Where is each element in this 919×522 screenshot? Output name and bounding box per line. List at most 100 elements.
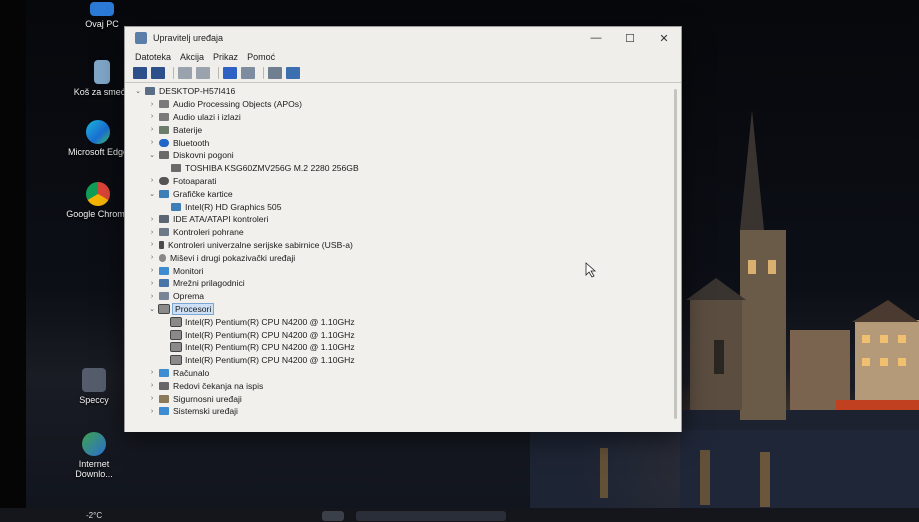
- tree-root[interactable]: ⌄ DESKTOP-H57I416: [125, 85, 681, 98]
- list-view-icon[interactable]: [196, 67, 210, 79]
- expand-arrow-icon[interactable]: ›: [147, 254, 157, 261]
- this-pc-desktop-icon[interactable]: Ovaj PC: [70, 2, 134, 29]
- menu-action[interactable]: Akcija: [180, 52, 204, 62]
- collapse-arrow-icon[interactable]: ⌄: [147, 190, 157, 198]
- back-arrow-icon[interactable]: [133, 67, 147, 79]
- expand-arrow-icon[interactable]: ›: [147, 216, 157, 223]
- tree-label: Sigurnosni uređaji: [173, 393, 242, 404]
- tree-category[interactable]: › Računalo: [125, 367, 681, 380]
- collapse-arrow-icon[interactable]: ⌄: [147, 305, 157, 313]
- tree-label: Fotoaparati: [173, 175, 217, 186]
- window-title: Upravitelj uređaja: [153, 33, 224, 43]
- scan-hardware-icon[interactable]: [268, 67, 282, 79]
- ide-controller-icon: [159, 215, 169, 224]
- expand-arrow-icon[interactable]: ›: [147, 126, 157, 133]
- minimize-button[interactable]: —: [579, 32, 613, 44]
- tree-label: Baterije: [173, 124, 203, 135]
- internet-download-manager-desktop-icon[interactable]: Internet Downlo...: [62, 432, 126, 479]
- taskbar-search-box[interactable]: [356, 511, 506, 521]
- usb-icon: [159, 240, 164, 249]
- bluetooth-icon: [159, 138, 169, 147]
- speccy-desktop-icon[interactable]: Speccy: [62, 368, 126, 405]
- disk-drive-icon: [159, 151, 169, 160]
- expand-arrow-icon[interactable]: ›: [147, 229, 157, 236]
- expand-arrow-icon[interactable]: ›: [147, 101, 157, 108]
- security-device-icon: [159, 394, 169, 403]
- tree-label: Grafičke kartice: [173, 188, 233, 199]
- tree-label: Bluetooth: [173, 137, 210, 148]
- collapse-arrow-icon[interactable]: ⌄: [133, 87, 143, 95]
- title-bar[interactable]: Upravitelj uređaja — ☐ ✕: [125, 27, 681, 49]
- forward-arrow-icon[interactable]: [151, 67, 165, 79]
- chrome-icon: [86, 182, 110, 206]
- tree-category[interactable]: ⌄ Grafičke kartice: [125, 187, 681, 200]
- expand-arrow-icon[interactable]: ›: [147, 369, 157, 376]
- vertical-scrollbar[interactable]: [674, 89, 677, 419]
- menu-file[interactable]: Datoteka: [135, 52, 171, 62]
- monitor-icon[interactable]: [286, 67, 300, 79]
- tree-device[interactable]: TOSHIBA KSG60ZMV256G M.2 2280 256GB: [125, 162, 681, 175]
- processor-icon: [170, 342, 182, 353]
- tree-category[interactable]: › Kontroleri univerzalne serijske sabirn…: [125, 239, 681, 252]
- tree-category[interactable]: › Oprema: [125, 290, 681, 303]
- tree-category[interactable]: › Monitori: [125, 264, 681, 277]
- expand-arrow-icon[interactable]: ›: [147, 382, 157, 389]
- expand-arrow-icon[interactable]: ›: [147, 293, 157, 300]
- tree-category[interactable]: › Kontroleri pohrane: [125, 226, 681, 239]
- tree-category[interactable]: › Redovi čekanja na ispis: [125, 379, 681, 392]
- expand-arrow-icon[interactable]: ›: [147, 408, 157, 415]
- tree-category[interactable]: › Miševi i drugi pokazivački uređaji: [125, 251, 681, 264]
- menu-view[interactable]: Prikaz: [213, 52, 238, 62]
- tree-device[interactable]: Intel(R) Pentium(R) CPU N4200 @ 1.10GHz: [125, 354, 681, 367]
- expand-arrow-icon[interactable]: ›: [147, 177, 157, 184]
- tree-label: Intel(R) Pentium(R) CPU N4200 @ 1.10GHz: [185, 355, 355, 366]
- tree-label: TOSHIBA KSG60ZMV256G M.2 2280 256GB: [185, 163, 359, 174]
- chrome-desktop-icon[interactable]: Google Chrome: [66, 182, 130, 219]
- tree-category[interactable]: › Sigurnosni uređaji: [125, 392, 681, 405]
- taskbar-app-button[interactable]: [322, 511, 344, 521]
- menu-help[interactable]: Pomoć: [247, 52, 275, 62]
- help-icon[interactable]: [223, 67, 237, 79]
- expand-arrow-icon[interactable]: ›: [147, 241, 157, 248]
- tree-label: Monitori: [173, 265, 204, 276]
- firmware-icon: [159, 292, 169, 301]
- expand-arrow-icon[interactable]: ›: [147, 139, 157, 146]
- expand-arrow-icon[interactable]: ›: [147, 280, 157, 287]
- weather-widget[interactable]: -2°C: [86, 511, 102, 520]
- tree-label: Računalo: [173, 367, 210, 378]
- tree-category[interactable]: › Mrežni prilagodnici: [125, 277, 681, 290]
- computer-icon: [90, 2, 114, 16]
- tree-category[interactable]: › Bluetooth: [125, 136, 681, 149]
- tree-category[interactable]: › Audio ulazi i izlazi: [125, 111, 681, 124]
- tree-category[interactable]: › Baterije: [125, 123, 681, 136]
- tree-category[interactable]: ⌄ Diskovni pogoni: [125, 149, 681, 162]
- collapse-arrow-icon[interactable]: ⌄: [147, 151, 157, 159]
- tree-device[interactable]: Intel(R) HD Graphics 505: [125, 200, 681, 213]
- device-manager-window: Upravitelj uređaja — ☐ ✕ Datoteka Akcija…: [124, 26, 682, 432]
- recycle-bin-icon: [94, 60, 110, 84]
- expand-arrow-icon[interactable]: ›: [147, 395, 157, 402]
- tree-label: Mrežni prilagodnici: [173, 278, 245, 289]
- toolbar: [125, 64, 681, 83]
- tree-category-selected[interactable]: ⌄ Procesori: [125, 302, 681, 316]
- close-button[interactable]: ✕: [647, 32, 681, 45]
- printer-icon: [159, 381, 169, 390]
- desktop-icon-label: Speccy: [79, 395, 109, 405]
- tree-category[interactable]: › IDE ATA/ATAPI kontroleri: [125, 213, 681, 226]
- tree-device[interactable]: Intel(R) Pentium(R) CPU N4200 @ 1.10GHz: [125, 315, 681, 328]
- details-icon[interactable]: [241, 67, 255, 79]
- device-tree: ⌄ DESKTOP-H57I416 › Audio Processing Obj…: [125, 83, 681, 432]
- tree-category[interactable]: › Fotoaparati: [125, 175, 681, 188]
- properties-view-icon[interactable]: [178, 67, 192, 79]
- tree-device[interactable]: Intel(R) Pentium(R) CPU N4200 @ 1.10GHz: [125, 341, 681, 354]
- tree-category[interactable]: › Audio Processing Objects (APOs): [125, 98, 681, 111]
- display-adapter-icon: [159, 189, 169, 198]
- globe-download-icon: [82, 432, 106, 456]
- tree-device[interactable]: Intel(R) Pentium(R) CPU N4200 @ 1.10GHz: [125, 328, 681, 341]
- disk-drive-icon: [171, 164, 181, 173]
- maximize-button[interactable]: ☐: [613, 32, 647, 45]
- tree-category[interactable]: › Sistemski uređaji: [125, 405, 681, 418]
- expand-arrow-icon[interactable]: ›: [147, 113, 157, 120]
- edge-desktop-icon[interactable]: Microsoft Edge: [66, 120, 130, 157]
- expand-arrow-icon[interactable]: ›: [147, 267, 157, 274]
